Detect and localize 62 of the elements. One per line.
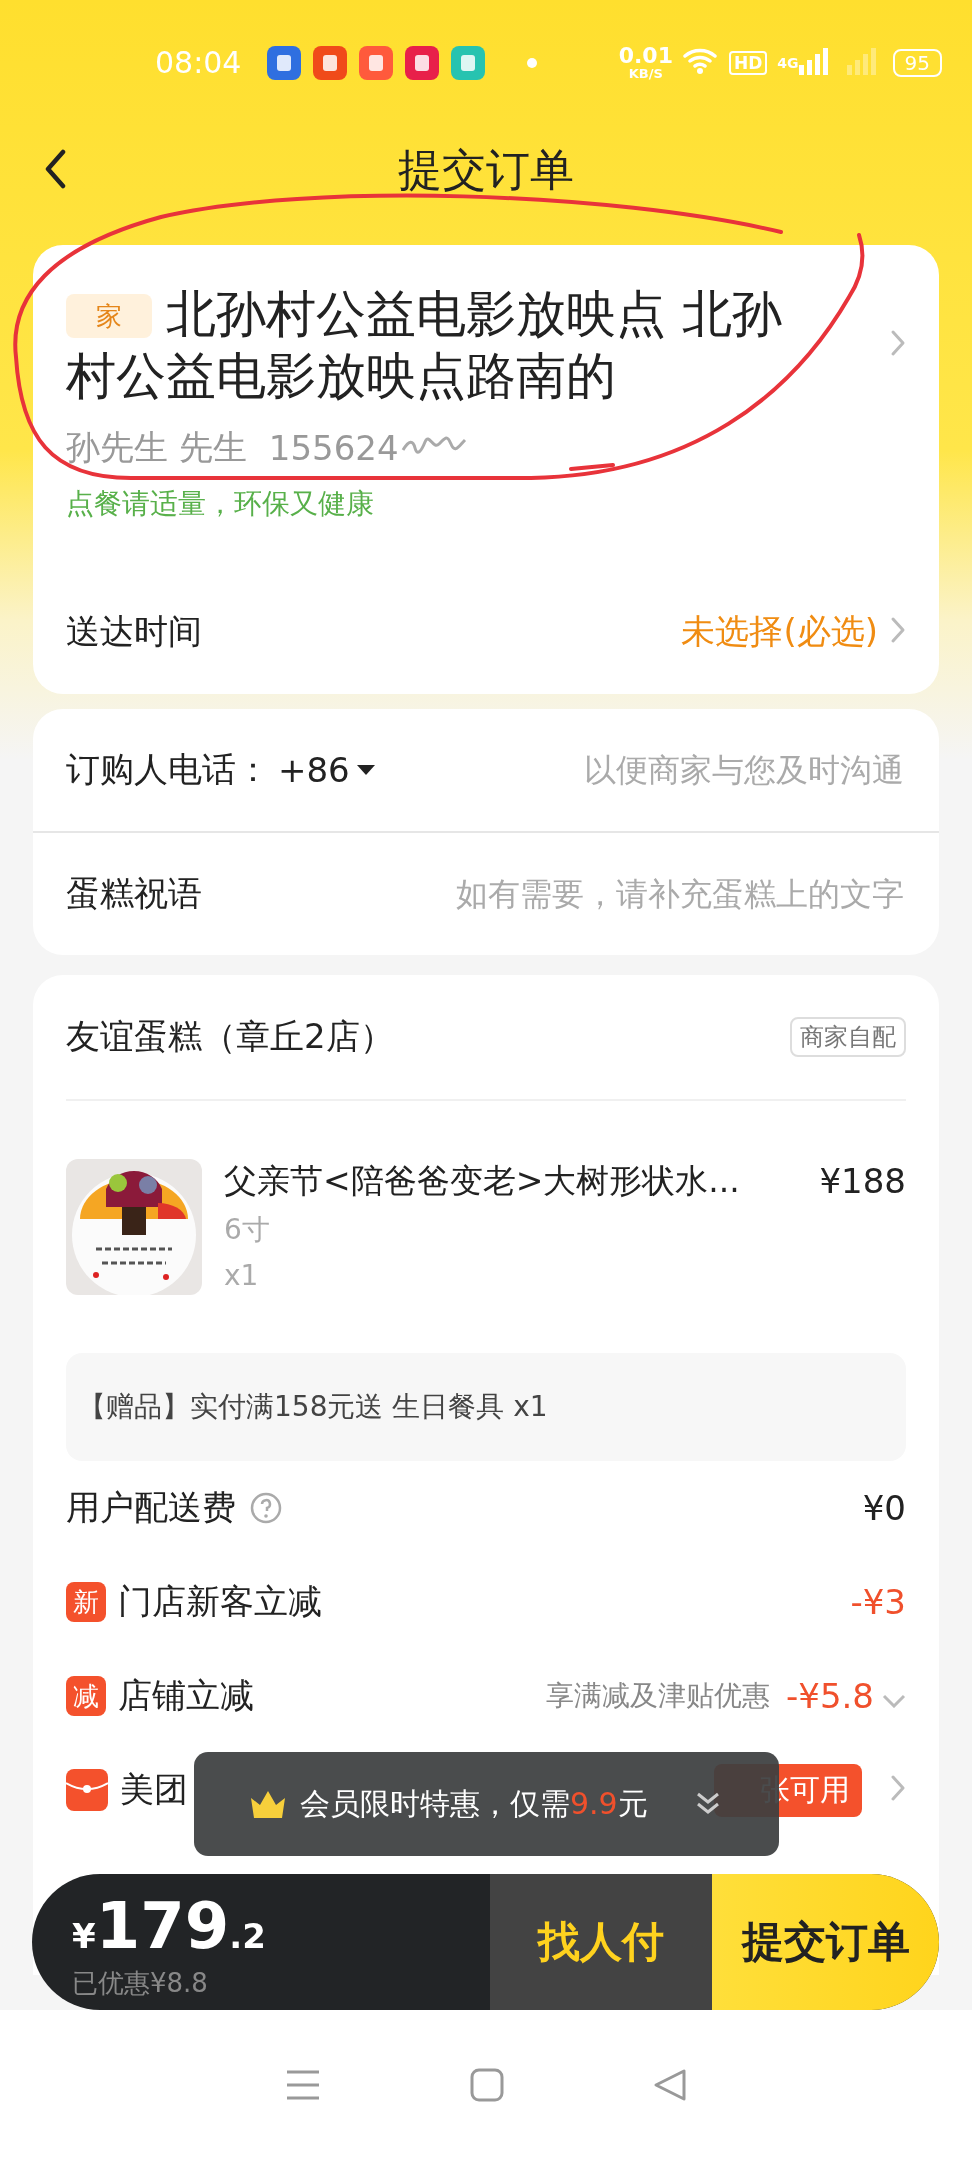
- total-decimal: .2: [229, 1919, 266, 1953]
- product-quantity: x1: [224, 1259, 260, 1292]
- submit-button[interactable]: 提交订单: [712, 1874, 939, 2010]
- app-icon: [267, 45, 302, 80]
- menu-icon[interactable]: [284, 2069, 321, 2101]
- app-icon: [405, 45, 440, 80]
- clock-time: 08:04: [155, 45, 242, 80]
- app-icon: [313, 45, 348, 80]
- gift-banner: 【赠品】实付满158元送 生日餐具 x1: [66, 1353, 906, 1461]
- fee-amount: -¥5.8: [786, 1676, 874, 1716]
- chevron-down-icon[interactable]: [882, 1694, 906, 1708]
- discount-badge: 减: [66, 1676, 106, 1716]
- network-type: 4G: [777, 54, 799, 71]
- tip-text: 点餐请适量，环保又健康: [66, 486, 375, 522]
- fee-label: 门店新客立减: [118, 1580, 322, 1623]
- help-icon[interactable]: [250, 1492, 282, 1524]
- fee-label: 用户配送费: [66, 1486, 236, 1529]
- delivery-time-row[interactable]: 送达时间 未选择(必选): [66, 569, 906, 694]
- country-code-dropdown[interactable]: +86: [278, 750, 376, 790]
- envelope-icon: [66, 1769, 108, 1811]
- phone-number: 155624: [268, 428, 399, 468]
- shop-name: 友谊蛋糕（章丘2店）: [66, 1015, 394, 1058]
- promo-text: 会员限时特惠，仅需9.9元: [300, 1784, 648, 1823]
- chevron-right-icon: [890, 615, 906, 644]
- address-tag: 家: [66, 294, 152, 338]
- fee-amount: -¥3: [850, 1582, 906, 1622]
- field-label: 订购人电话：: [66, 748, 270, 791]
- row-label: 送达时间: [66, 609, 202, 653]
- fee-label: 店铺立减: [118, 1674, 254, 1717]
- fee-label: 美团: [120, 1768, 188, 1811]
- network-speed: 0.01: [618, 45, 673, 67]
- currency-symbol: ¥: [72, 1919, 96, 1953]
- pay-for-me-button[interactable]: 找人付: [490, 1874, 712, 2010]
- signal-icon: [798, 46, 879, 75]
- time-value: 未选择(必选): [681, 609, 878, 653]
- product-price: ¥188: [819, 1160, 906, 1203]
- double-chevron-down-icon[interactable]: [695, 1790, 721, 1815]
- battery-level: 95: [892, 48, 942, 77]
- product-title: 父亲节<陪爸爸变老>大树形状水...: [224, 1160, 741, 1202]
- delivery-address: 家 北孙村公益电影放映点 北孙村公益电影放映点路南的: [66, 284, 783, 407]
- dot-icon: [527, 58, 538, 68]
- delivery-tag: 商家自配: [790, 1017, 906, 1057]
- caret-down-icon: [355, 764, 376, 776]
- app-icon: [359, 45, 394, 80]
- back-icon[interactable]: [653, 2068, 688, 2102]
- discount-badge: 新: [66, 1582, 106, 1622]
- contact-name: 孙先生 先生: [66, 426, 247, 469]
- app-icon: [451, 45, 486, 80]
- field-label: 蛋糕祝语: [66, 872, 202, 915]
- speed-unit: KB/S: [628, 67, 663, 80]
- product-spec: 6寸: [224, 1212, 271, 1248]
- discount-total: 已优惠¥8.8: [72, 1967, 209, 2000]
- wifi-icon: [682, 46, 719, 75]
- hd-indicator: HD: [728, 50, 768, 75]
- input-field[interactable]: 如有需要，请补充蛋糕上的文字: [202, 874, 906, 914]
- page-title: 提交订单: [398, 142, 574, 197]
- chevron-right-icon: [890, 329, 906, 357]
- total-amount: 179: [95, 1894, 230, 1958]
- fee-amount: ¥0: [862, 1488, 906, 1528]
- input-field[interactable]: 以便商家与您及时沟通: [375, 750, 906, 790]
- home-icon[interactable]: [470, 2068, 504, 2102]
- discount-note: 享满减及津贴优惠: [546, 1678, 770, 1714]
